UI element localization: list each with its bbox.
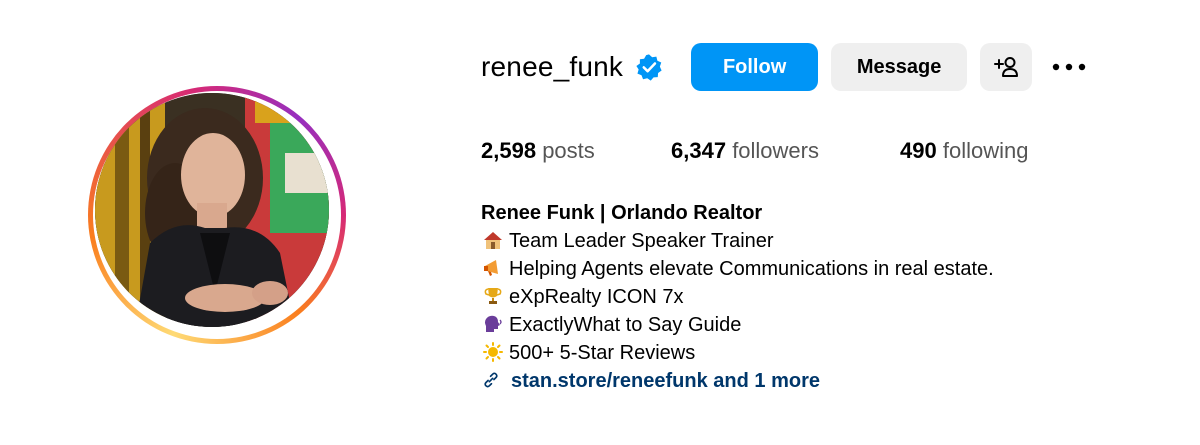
suggested-accounts-button[interactable]: [980, 43, 1033, 91]
profile-header: renee_funk Follow Message 2,598 posts 6,…: [0, 0, 1200, 445]
posts-count: 2,598: [481, 138, 537, 163]
message-button[interactable]: Message: [831, 43, 968, 91]
follow-button[interactable]: Follow: [691, 43, 819, 91]
following-count: 490: [900, 138, 937, 163]
bio-line: eXpRealty ICON 7x: [481, 283, 994, 311]
sun-emoji-icon: [481, 342, 505, 364]
profile-title-row: renee_funk Follow Message: [481, 42, 1094, 92]
followers-stat[interactable]: 6,347 followers: [671, 138, 819, 164]
bio-line: Helping Agents elevate Communications in…: [481, 255, 994, 283]
profile-bio: Renee Funk | Orlando Realtor Team Leader…: [481, 199, 994, 395]
house-emoji-icon: [481, 230, 505, 252]
verified-badge-icon: [635, 53, 663, 81]
bio-link-text[interactable]: stan.store/reneefunk and 1 more: [511, 367, 820, 395]
username: renee_funk: [481, 51, 624, 82]
avatar[interactable]: [95, 93, 329, 327]
more-options-icon: [1052, 63, 1086, 71]
bio-line: Team Leader Speaker Trainer: [481, 227, 994, 255]
megaphone-emoji-icon: [481, 258, 505, 280]
add-user-icon: [994, 57, 1019, 77]
bio-link[interactable]: stan.store/reneefunk and 1 more: [481, 367, 994, 395]
posts-label: posts: [542, 138, 595, 163]
speaking-head-emoji-icon: [481, 314, 505, 336]
following-label: following: [942, 138, 1029, 163]
followers-label: followers: [732, 138, 819, 163]
bio-line: ExactlyWhat to Say Guide: [481, 311, 994, 339]
trophy-emoji-icon: [481, 286, 505, 308]
posts-stat: 2,598 posts: [481, 138, 595, 164]
followers-count: 6,347: [671, 138, 727, 163]
story-ring[interactable]: [88, 86, 346, 344]
following-stat[interactable]: 490 following: [900, 138, 1028, 164]
bio-line: 500+ 5-Star Reviews: [481, 339, 994, 367]
display-name: Renee Funk | Orlando Realtor: [481, 202, 763, 224]
more-options-button[interactable]: [1044, 43, 1094, 91]
link-icon: [481, 370, 503, 392]
avatar-photo: [95, 93, 329, 327]
